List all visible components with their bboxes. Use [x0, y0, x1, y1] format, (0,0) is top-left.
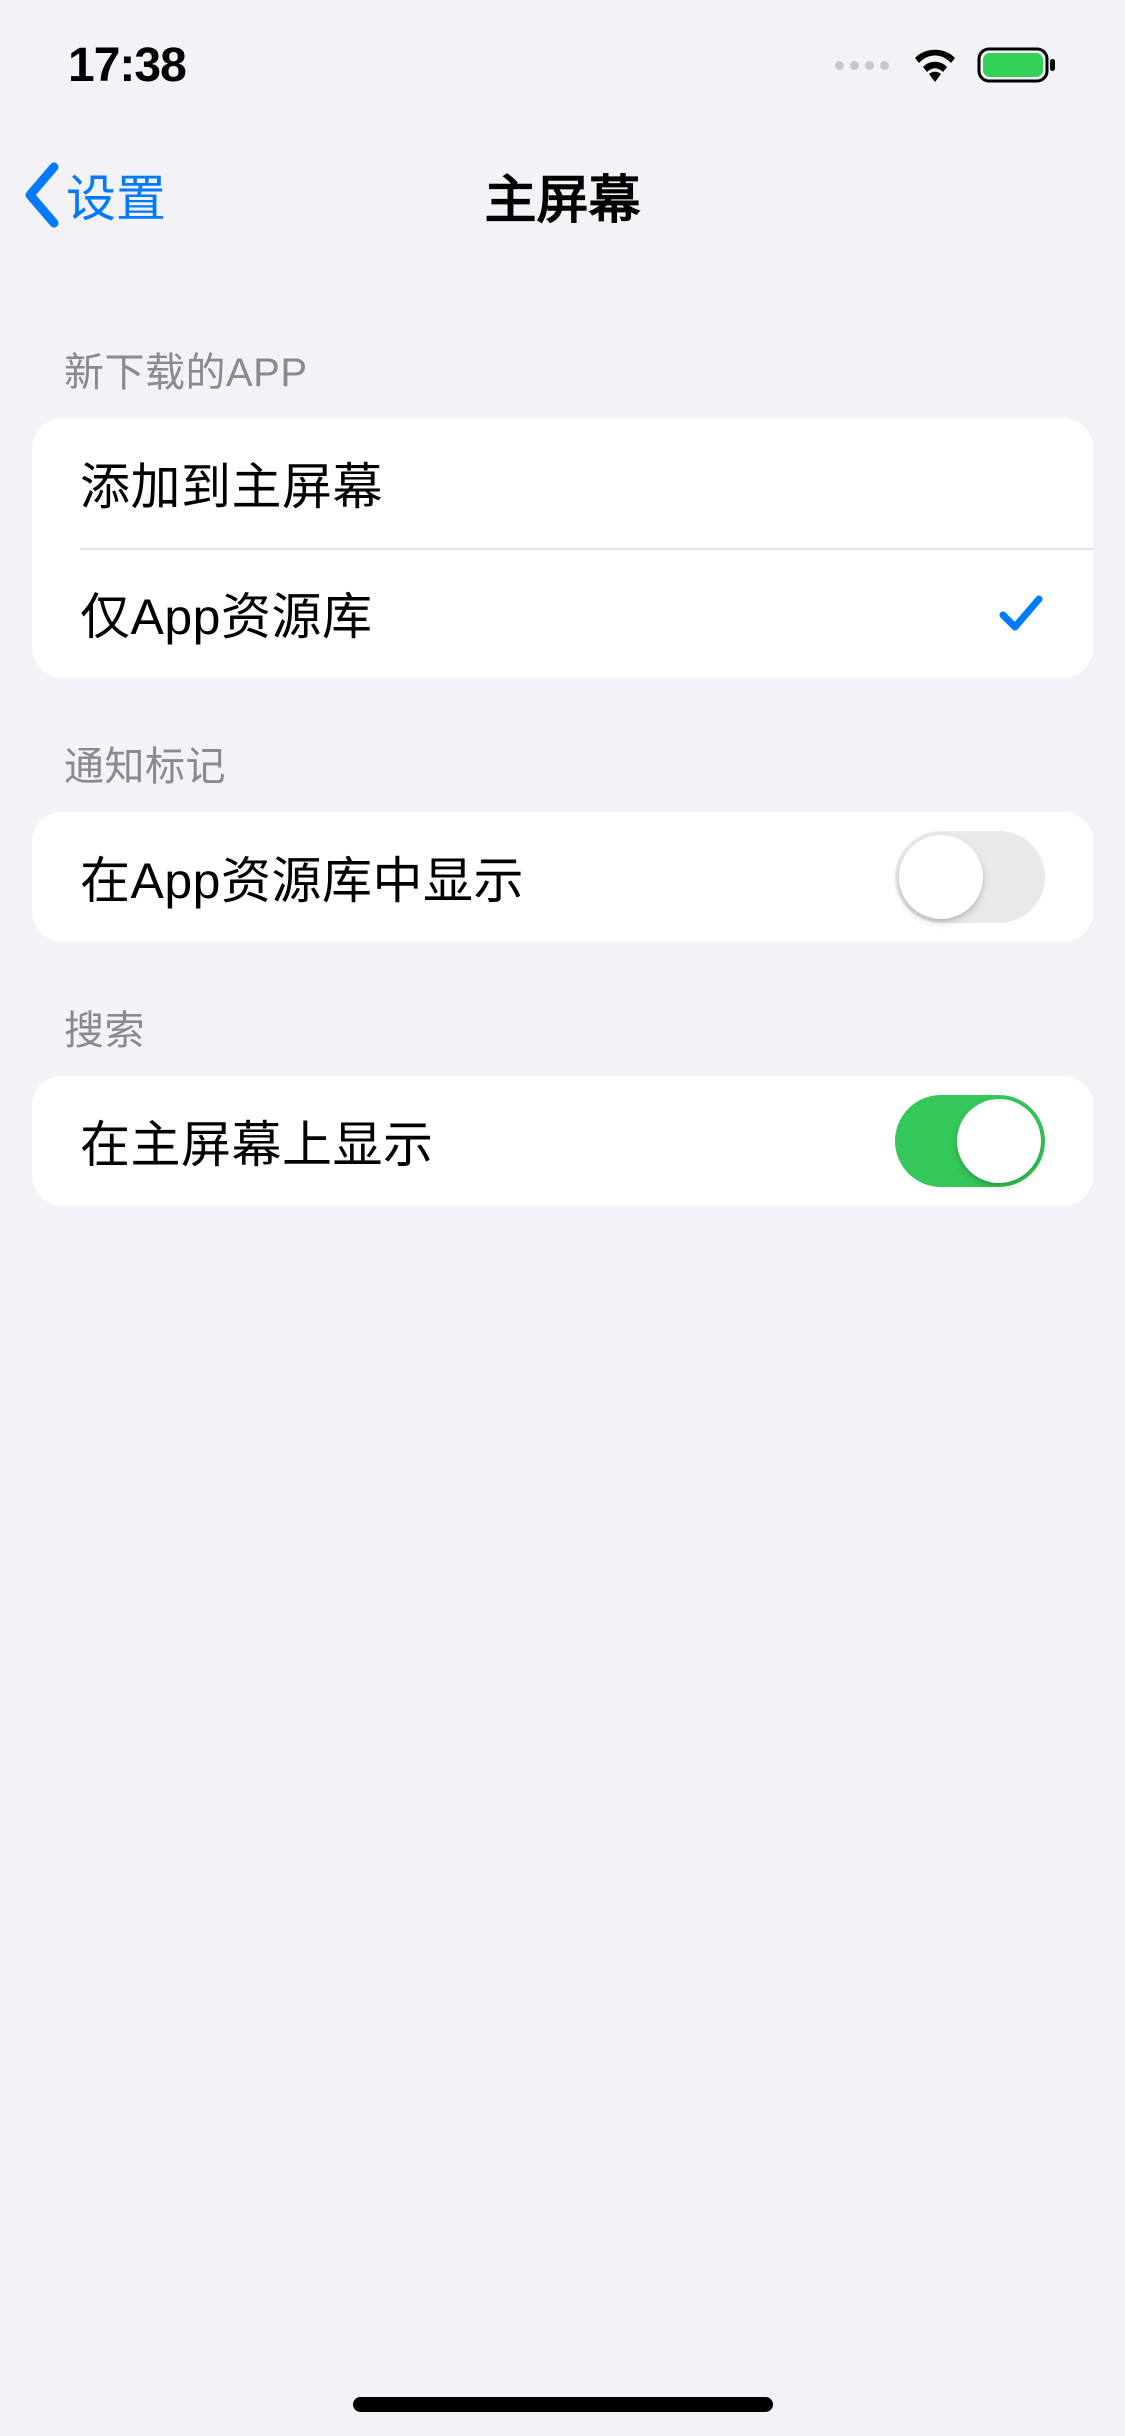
home-indicator[interactable]: [353, 2397, 773, 2412]
option-app-library-only[interactable]: 仅App资源库: [32, 548, 1093, 678]
status-time: 17:38: [68, 38, 186, 93]
toggle-knob: [957, 1099, 1041, 1183]
row-label: 在主屏幕上显示: [80, 1105, 434, 1177]
row-show-on-home: 在主屏幕上显示: [32, 1076, 1093, 1206]
checkmark-icon: [997, 589, 1045, 637]
row-label: 在App资源库中显示: [80, 841, 524, 913]
row-show-in-app-library: 在App资源库中显示: [32, 812, 1093, 942]
section-header-new-downloads: 新下载的APP: [32, 260, 1093, 418]
chevron-left-icon: [20, 161, 62, 229]
status-bar: 17:38: [0, 0, 1125, 130]
toggle-show-search-on-home[interactable]: [895, 1095, 1045, 1187]
new-downloads-group: 添加到主屏幕 仅App资源库: [32, 418, 1093, 678]
wifi-icon: [911, 46, 959, 84]
badges-group: 在App资源库中显示: [32, 812, 1093, 942]
option-label: 仅App资源库: [80, 577, 372, 649]
section-header-badges: 通知标记: [32, 678, 1093, 812]
section-header-search: 搜索: [32, 942, 1093, 1076]
page-title: 主屏幕: [0, 158, 1125, 233]
back-button[interactable]: 设置: [20, 159, 166, 231]
option-label: 添加到主屏幕: [80, 447, 383, 519]
status-right: [835, 45, 1057, 85]
nav-bar: 设置 主屏幕: [0, 130, 1125, 260]
search-group: 在主屏幕上显示: [32, 1076, 1093, 1206]
cellular-dots-icon: [835, 61, 889, 70]
toggle-knob: [899, 835, 983, 919]
back-label: 设置: [66, 159, 166, 231]
content: 新下载的APP 添加到主屏幕 仅App资源库 通知标记 在App资源库中显示 搜…: [0, 260, 1125, 1206]
battery-icon: [977, 45, 1057, 85]
toggle-app-library-badges[interactable]: [895, 831, 1045, 923]
option-add-to-home[interactable]: 添加到主屏幕: [32, 418, 1093, 548]
